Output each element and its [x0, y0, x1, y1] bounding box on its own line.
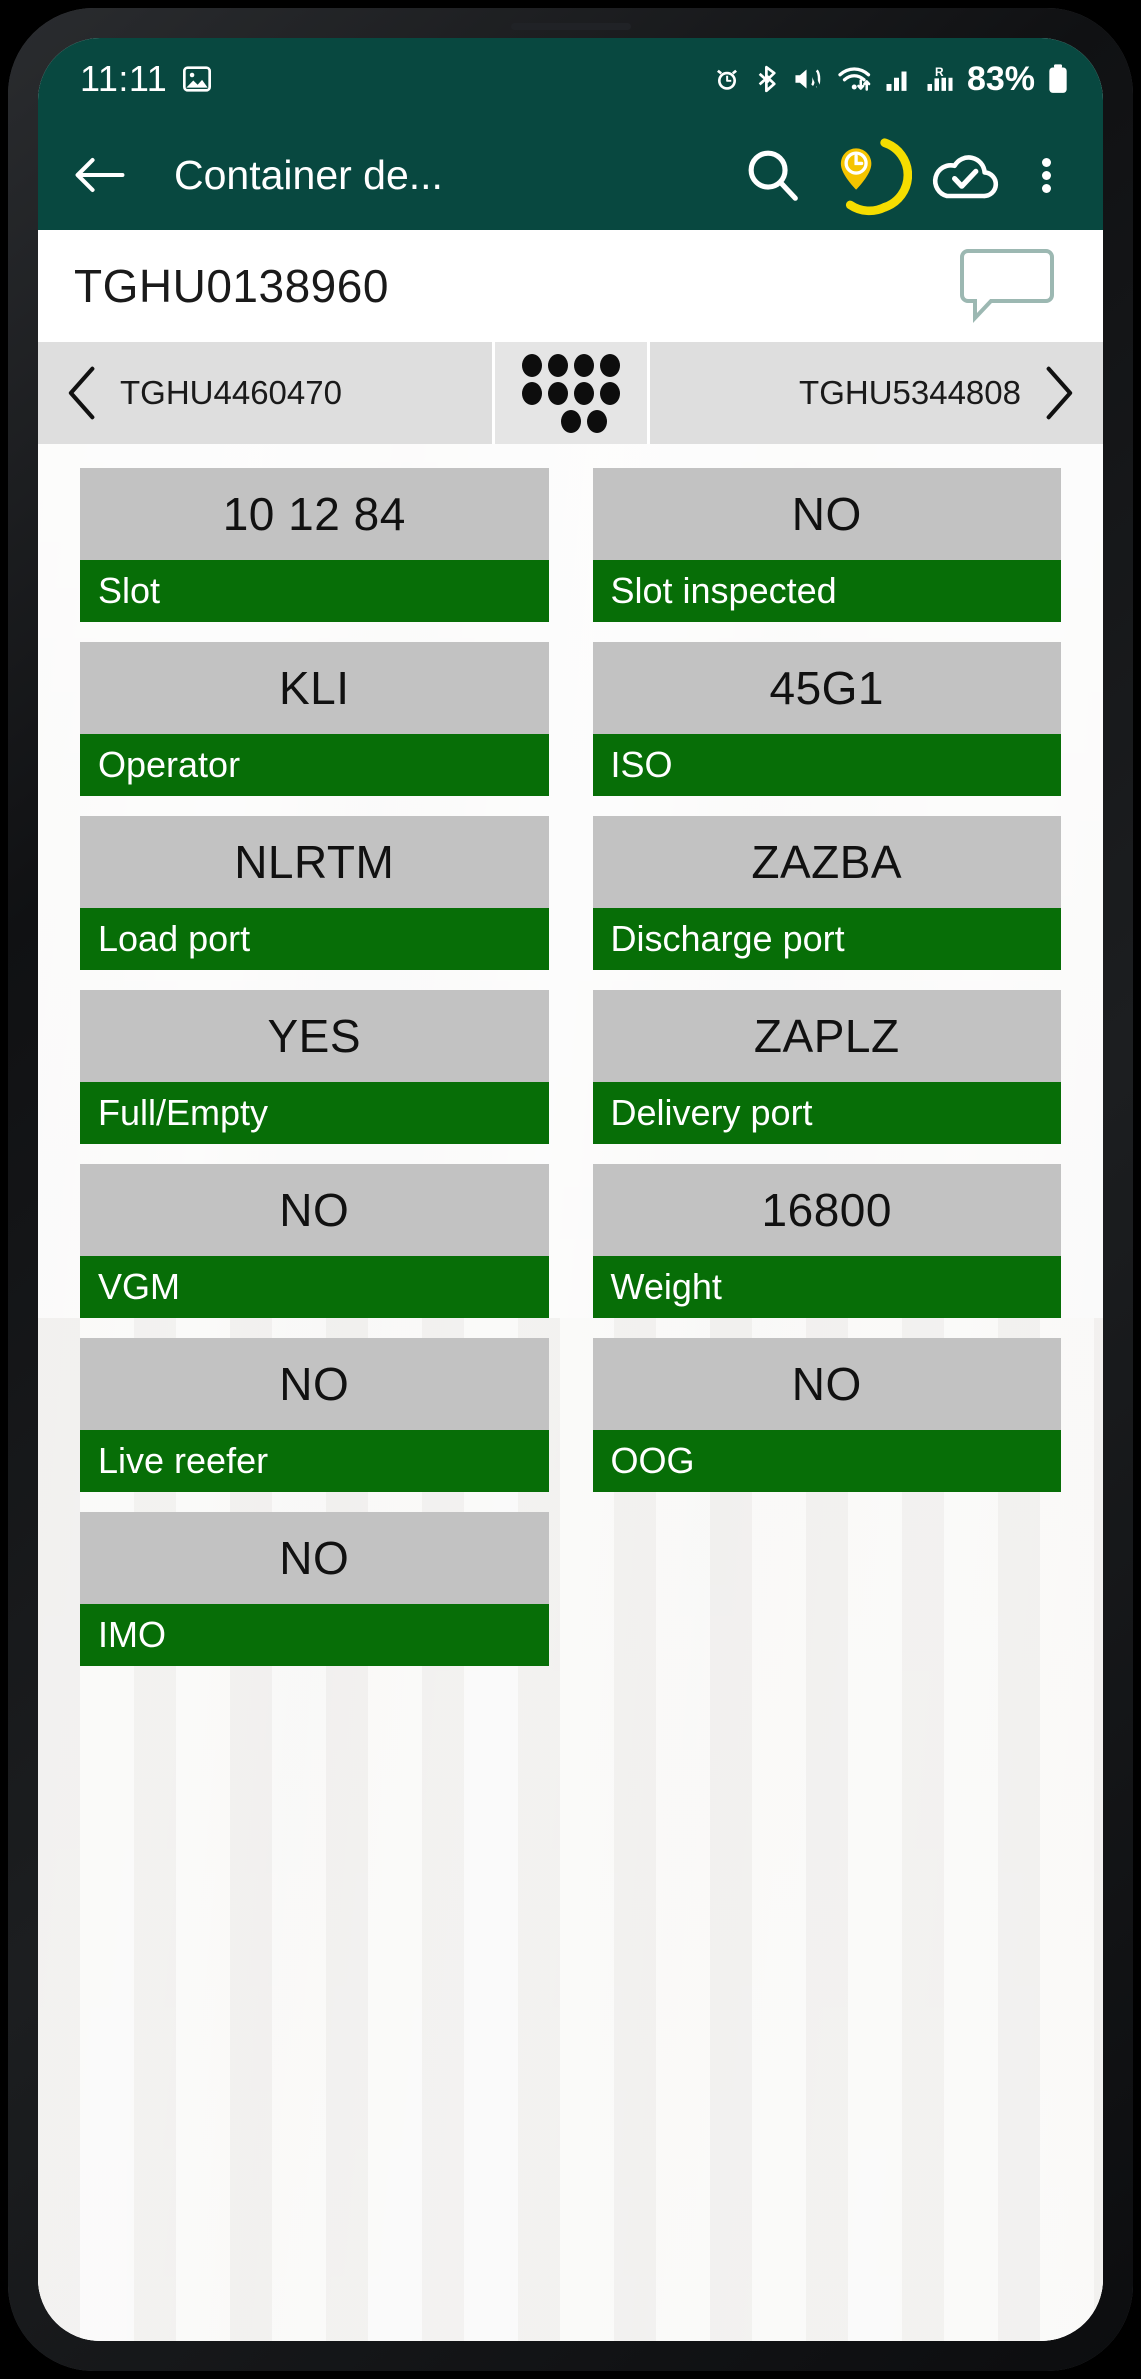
field-value: NO — [592, 468, 1061, 560]
field-value: NO — [80, 1164, 549, 1256]
roaming-signal-icon: R — [925, 64, 955, 94]
speech-bubble-icon[interactable] — [957, 244, 1057, 329]
field-value: KLI — [80, 642, 549, 734]
field-label: IMO — [80, 1604, 549, 1666]
field-label: ISO — [592, 734, 1061, 796]
next-container-button[interactable]: TGHU5344808 — [649, 342, 1103, 444]
chevron-left-icon — [68, 366, 95, 420]
field-value: NO — [80, 1512, 549, 1604]
location-clock-icon[interactable] — [823, 129, 915, 221]
mute-vibrate-icon — [793, 64, 825, 94]
field-value: 10 12 84 — [80, 468, 549, 560]
field-card[interactable]: NO Live reefer — [58, 1328, 571, 1502]
phone-screen: 11:11 R 83% Container de... TGHU0138960 … — [38, 38, 1103, 2341]
field-label: Discharge port — [592, 908, 1061, 970]
field-value: YES — [80, 990, 549, 1082]
field-card[interactable]: 10 12 84 Slot — [58, 458, 571, 632]
field-value: NLRTM — [80, 816, 549, 908]
field-value: NO — [80, 1338, 549, 1430]
field-card[interactable]: KLI Operator — [58, 632, 571, 806]
field-value: 45G1 — [592, 642, 1061, 734]
image-icon — [181, 63, 213, 95]
container-details-content: 10 12 84 Slot NO Slot inspected KLI Operator 4… — [38, 444, 1103, 2341]
field-card[interactable]: NO OOG — [571, 1328, 1084, 1502]
field-label: Operator — [80, 734, 549, 796]
field-card[interactable]: YES Full/Empty — [58, 980, 571, 1154]
field-card[interactable]: NO Slot inspected — [571, 458, 1084, 632]
status-bar: 11:11 R 83% — [38, 38, 1103, 120]
status-bar-icons: R 83% — [712, 60, 1069, 99]
page-title: Container de... — [174, 151, 443, 198]
dot-grid-icon[interactable] — [491, 342, 650, 444]
front-camera-notch — [510, 23, 631, 30]
chevron-right-icon — [1046, 366, 1073, 420]
field-card[interactable]: ZAZBA Discharge port — [571, 806, 1084, 980]
overflow-menu-icon[interactable] — [1015, 129, 1077, 221]
battery-percentage: 83% — [966, 59, 1035, 98]
field-card[interactable]: 16800 Weight — [571, 1154, 1084, 1328]
field-card[interactable]: NO IMO — [58, 1502, 571, 1676]
field-card-grid: 10 12 84 Slot NO Slot inspected KLI Operator 4… — [38, 444, 1103, 1676]
status-clock: 11:11 — [80, 58, 168, 99]
menu-dot — [1041, 183, 1051, 193]
app-toolbar: Container de... — [38, 120, 1103, 230]
phone-frame: 11:11 R 83% Container de... TGHU0138960 … — [8, 8, 1133, 2371]
field-label: Slot inspected — [592, 560, 1061, 622]
signal-bars-icon — [885, 64, 913, 94]
field-card[interactable]: NO VGM — [58, 1154, 571, 1328]
field-value: ZAZBA — [592, 816, 1061, 908]
field-card[interactable]: 45G1 ISO — [571, 632, 1084, 806]
menu-dot — [1041, 170, 1051, 180]
alarm-icon — [712, 64, 742, 94]
field-label: Live reefer — [80, 1430, 549, 1492]
next-container-label: TGHU5344808 — [799, 374, 1021, 411]
field-label: VGM — [80, 1256, 549, 1318]
previous-container-button[interactable]: TGHU4460470 — [38, 342, 492, 444]
search-icon[interactable] — [727, 129, 819, 221]
field-label: OOG — [592, 1430, 1061, 1492]
field-value: ZAPLZ — [592, 990, 1061, 1082]
field-label: Delivery port — [592, 1082, 1061, 1144]
wifi-icon — [837, 64, 873, 94]
cloud-check-icon[interactable] — [919, 129, 1011, 221]
field-label: Weight — [592, 1256, 1061, 1318]
field-card[interactable]: NLRTM Load port — [58, 806, 571, 980]
field-label: Full/Empty — [80, 1082, 549, 1144]
previous-container-label: TGHU4460470 — [120, 374, 342, 411]
svg-text:R: R — [935, 65, 944, 79]
bluetooth-icon — [754, 64, 781, 94]
menu-dot — [1041, 157, 1051, 167]
field-card[interactable]: ZAPLZ Delivery port — [571, 980, 1084, 1154]
field-label: Load port — [80, 908, 549, 970]
container-id-value: TGHU0138960 — [74, 260, 389, 312]
container-id-header: TGHU0138960 — [38, 230, 1103, 342]
container-nav-strip: TGHU4460470 TGHU5344808 — [38, 342, 1103, 444]
battery-icon — [1047, 63, 1069, 95]
back-button[interactable] — [72, 140, 142, 210]
field-value: NO — [592, 1338, 1061, 1430]
field-label: Slot — [80, 560, 549, 622]
field-value: 16800 — [592, 1164, 1061, 1256]
status-bar-left: 11:11 — [80, 58, 213, 100]
